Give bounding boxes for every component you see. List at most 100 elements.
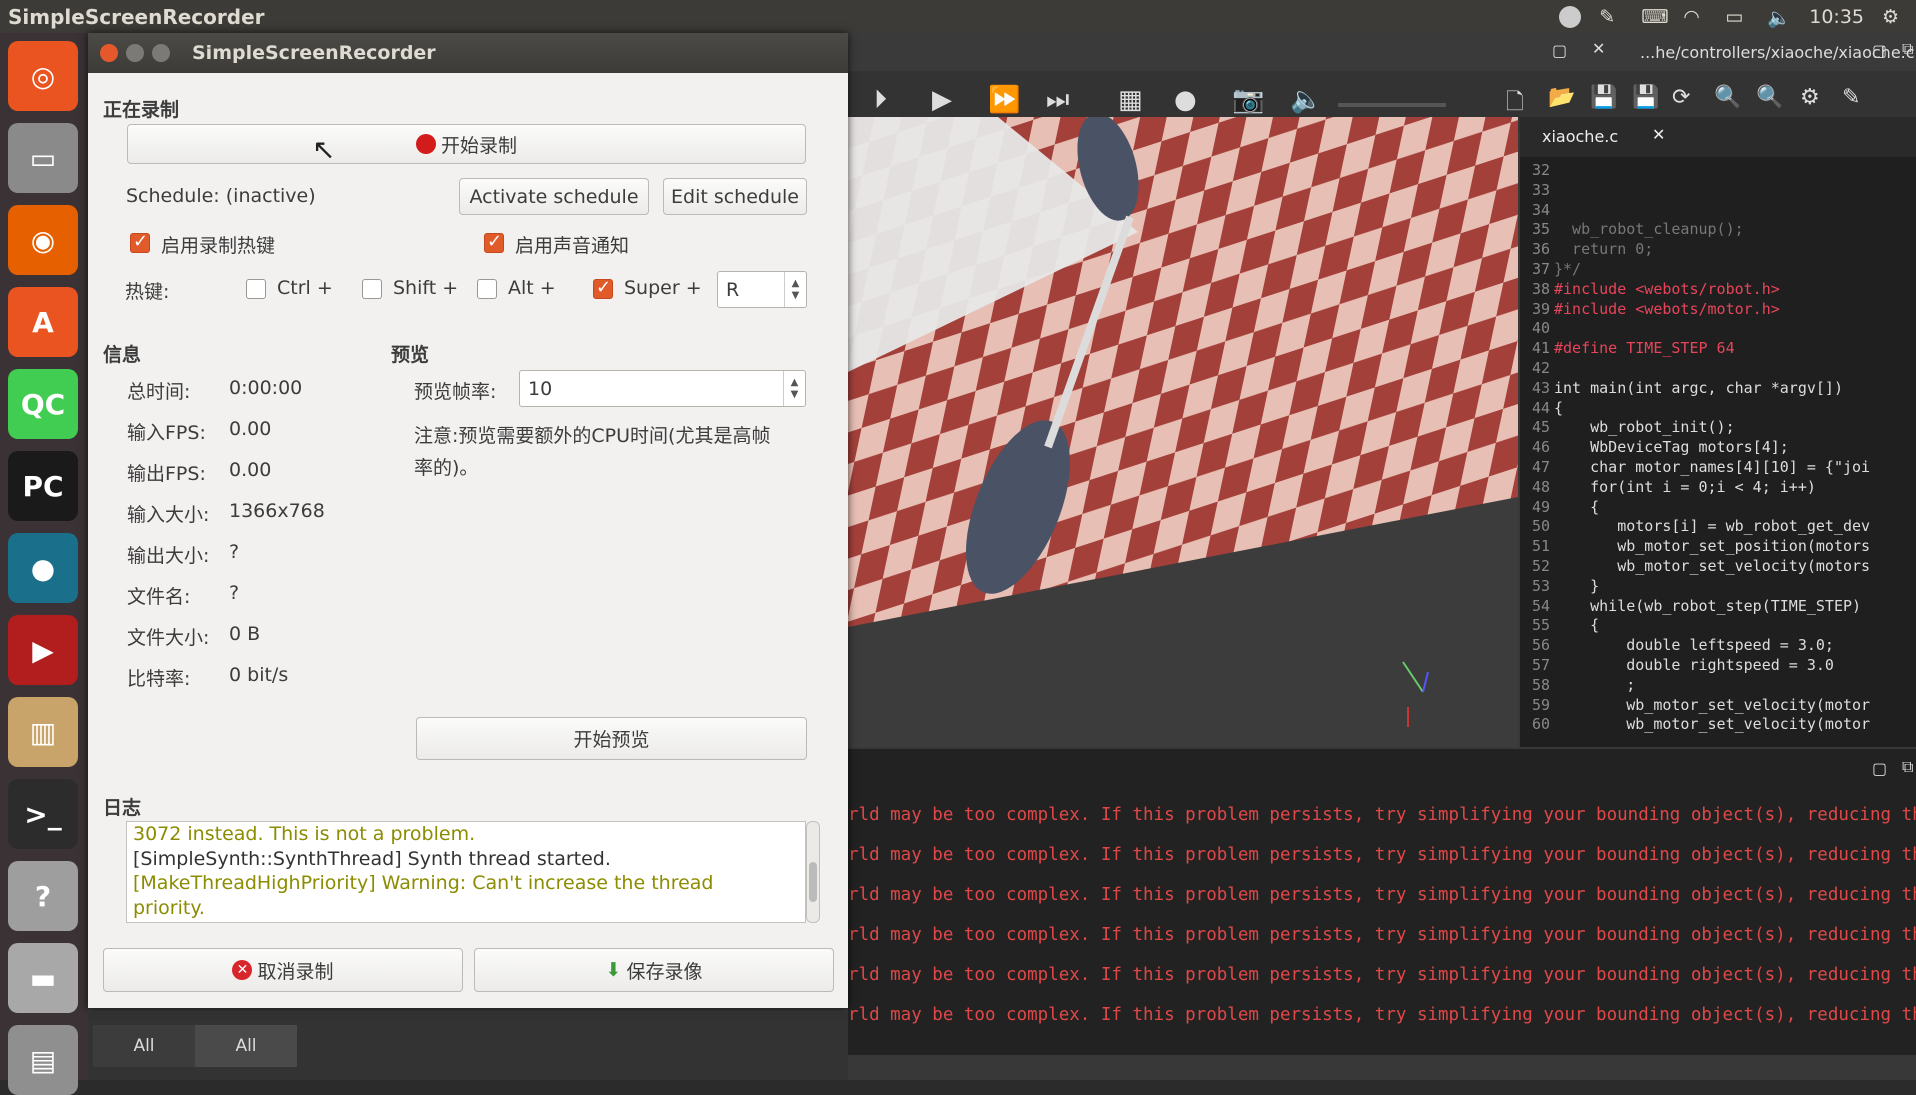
- save-as-icon[interactable]: 💾: [1632, 85, 1659, 110]
- super-checkbox[interactable]: [593, 277, 613, 299]
- book-reader-icon[interactable]: ▥: [8, 697, 78, 767]
- pycharm-icon[interactable]: PC: [8, 451, 78, 521]
- files-icon[interactable]: ▭: [8, 123, 78, 193]
- code-text: WbDeviceTag motors[4];: [1554, 438, 1789, 457]
- battery-icon[interactable]: ▭: [1725, 6, 1749, 28]
- maximize-icon[interactable]: ▢: [1872, 41, 1887, 60]
- code-line: 41 #define TIME_STEP 64: [1520, 339, 1916, 359]
- info-value: 0 B: [229, 623, 261, 645]
- line-number: 35: [1531, 220, 1550, 239]
- wifi-icon[interactable]: ◠: [1683, 6, 1707, 28]
- simplescreenrecorder-icon[interactable]: ▶: [8, 615, 78, 685]
- preview-fps-label: 预览帧率:: [414, 381, 497, 403]
- minimize-window-icon[interactable]: [126, 44, 144, 62]
- code-text: wb_robot_cleanup();: [1554, 220, 1744, 239]
- 3d-viewport[interactable]: [848, 117, 1518, 747]
- edit-schedule-button[interactable]: Edit schedule: [663, 178, 807, 215]
- alt-checkbox[interactable]: [477, 279, 497, 299]
- line-number: 58: [1531, 675, 1550, 694]
- pause-indicator-icon[interactable]: [1559, 5, 1582, 28]
- settings-gear-icon[interactable]: ⚙: [1882, 6, 1906, 28]
- restore-icon[interactable]: ⧉: [1902, 757, 1913, 777]
- preview-fps-input[interactable]: 10 ▲ ▼: [519, 370, 806, 407]
- fastest-icon[interactable]: ⏭: [1046, 85, 1069, 116]
- qtcreator-icon[interactable]: QC: [8, 369, 78, 439]
- revert-icon[interactable]: ⟳: [1672, 85, 1690, 110]
- log-textbox[interactable]: 3072 instead. This is not a problem. [Sim…: [126, 821, 806, 923]
- maximize-icon[interactable]: ▢: [1552, 41, 1567, 60]
- hotkey-label: 热键:: [125, 281, 170, 303]
- code-line: 56 double leftspeed = 3.0;: [1520, 636, 1916, 656]
- maximize-window-icon[interactable]: [152, 44, 170, 62]
- volume-icon[interactable]: 🔈: [1767, 6, 1791, 29]
- open-file-icon[interactable]: 📂: [1548, 85, 1575, 110]
- spinbox-arrows-icon[interactable]: ▲ ▼: [783, 371, 805, 406]
- code-text: {: [1554, 398, 1564, 417]
- close-window-icon[interactable]: [100, 44, 118, 62]
- replace-icon[interactable]: 🔍: [1756, 85, 1783, 110]
- code-text: wb_robot_init();: [1554, 418, 1735, 437]
- ubuntu-dash-icon[interactable]: ◎: [8, 41, 78, 111]
- save-file-icon[interactable]: 💾: [1590, 85, 1617, 110]
- keyboard-indicator-icon[interactable]: ✎: [1599, 6, 1623, 28]
- cancel-record-button[interactable]: ✕ 取消录制: [103, 948, 463, 992]
- close-icon[interactable]: ✕: [1592, 39, 1605, 58]
- ssr-titlebar[interactable]: SimpleScreenRecorder: [88, 33, 848, 73]
- editor-tab-xiaoche[interactable]: xiaoche.c: [1542, 127, 1618, 146]
- line-number: 39: [1531, 299, 1550, 318]
- webots-icon[interactable]: ●: [8, 533, 78, 603]
- screenshot-icon[interactable]: 📷: [1232, 85, 1264, 115]
- enable-sound-label: 启用声音通知: [515, 235, 630, 257]
- mute-icon[interactable]: 🔈: [1290, 85, 1322, 115]
- console-tab-all[interactable]: All: [93, 1025, 195, 1067]
- hotkey-key-select[interactable]: R ▲ ▼: [717, 271, 807, 308]
- input-method-icon[interactable]: ⌨: [1641, 6, 1668, 28]
- activate-schedule-button[interactable]: Activate schedule: [459, 178, 649, 215]
- info-value: 0:00:00: [229, 377, 303, 399]
- code-line: 49 {: [1520, 498, 1916, 518]
- enable-sound-checkbox[interactable]: [484, 231, 504, 253]
- code-editor[interactable]: xiaoche.c ✕ 32 33 34 35 wb_robot_cleanup();…: [1520, 117, 1916, 747]
- play-icon[interactable]: ▶: [932, 85, 952, 115]
- firefox-icon[interactable]: ◉: [8, 205, 78, 275]
- ctrl-checkbox[interactable]: [246, 279, 266, 299]
- console-line: rld may be too complex. If this problem …: [848, 1005, 1916, 1025]
- terminal-icon[interactable]: >_: [8, 779, 78, 849]
- step-icon[interactable]: ⏵: [874, 85, 887, 116]
- software-center-icon[interactable]: A: [8, 287, 78, 357]
- trash-icon[interactable]: ▤: [8, 1025, 78, 1095]
- ssr-window: SimpleScreenRecorder 正在录制 开始录制 ↖ Schedul…: [88, 33, 848, 1008]
- save-download-icon: ⬇: [605, 959, 622, 981]
- console-line: rld may be too complex. If this problem …: [848, 965, 1916, 985]
- line-number: 59: [1531, 695, 1550, 714]
- save-record-button[interactable]: ⬇ 保存录像: [474, 948, 834, 992]
- clock[interactable]: 10:35: [1809, 6, 1864, 28]
- start-preview-button[interactable]: 开始预览: [416, 717, 807, 760]
- drive-icon[interactable]: ▬: [8, 943, 78, 1013]
- shift-checkbox[interactable]: [362, 279, 382, 299]
- log-scrollbar[interactable]: [806, 821, 820, 923]
- restore-icon[interactable]: ⧉: [1902, 39, 1913, 59]
- maximize-icon[interactable]: ▢: [1872, 759, 1887, 778]
- clean-icon[interactable]: ✎: [1842, 85, 1860, 110]
- record-movie-icon[interactable]: ▦: [1118, 85, 1143, 115]
- volume-slider[interactable]: [1338, 103, 1446, 107]
- close-tab-icon[interactable]: ✕: [1652, 125, 1665, 144]
- console-tab-all[interactable]: All: [195, 1025, 297, 1067]
- find-icon[interactable]: 🔍: [1714, 85, 1741, 110]
- record-icon[interactable]: ●: [1174, 85, 1197, 115]
- record-dot-icon: [415, 134, 436, 154]
- line-number: 51: [1531, 537, 1550, 556]
- info-value: ?: [229, 582, 240, 604]
- enable-hotkey-checkbox[interactable]: [130, 231, 150, 253]
- log-line: [MakeThreadHighPriority] Warning: Can't …: [133, 872, 714, 894]
- help-icon[interactable]: ?: [8, 861, 78, 931]
- line-number: 57: [1531, 655, 1550, 674]
- line-number: 34: [1531, 200, 1550, 219]
- fast-forward-icon[interactable]: ⏩: [988, 85, 1020, 115]
- indicator-area: ✎ ⌨ ◠ ▭ 🔈 10:35 ⚙: [1559, 0, 1906, 33]
- code-line: 45 wb_robot_init();: [1520, 418, 1916, 438]
- start-record-button[interactable]: 开始录制: [127, 124, 806, 164]
- line-number: 53: [1531, 576, 1550, 595]
- build-settings-icon[interactable]: ⚙: [1800, 85, 1820, 110]
